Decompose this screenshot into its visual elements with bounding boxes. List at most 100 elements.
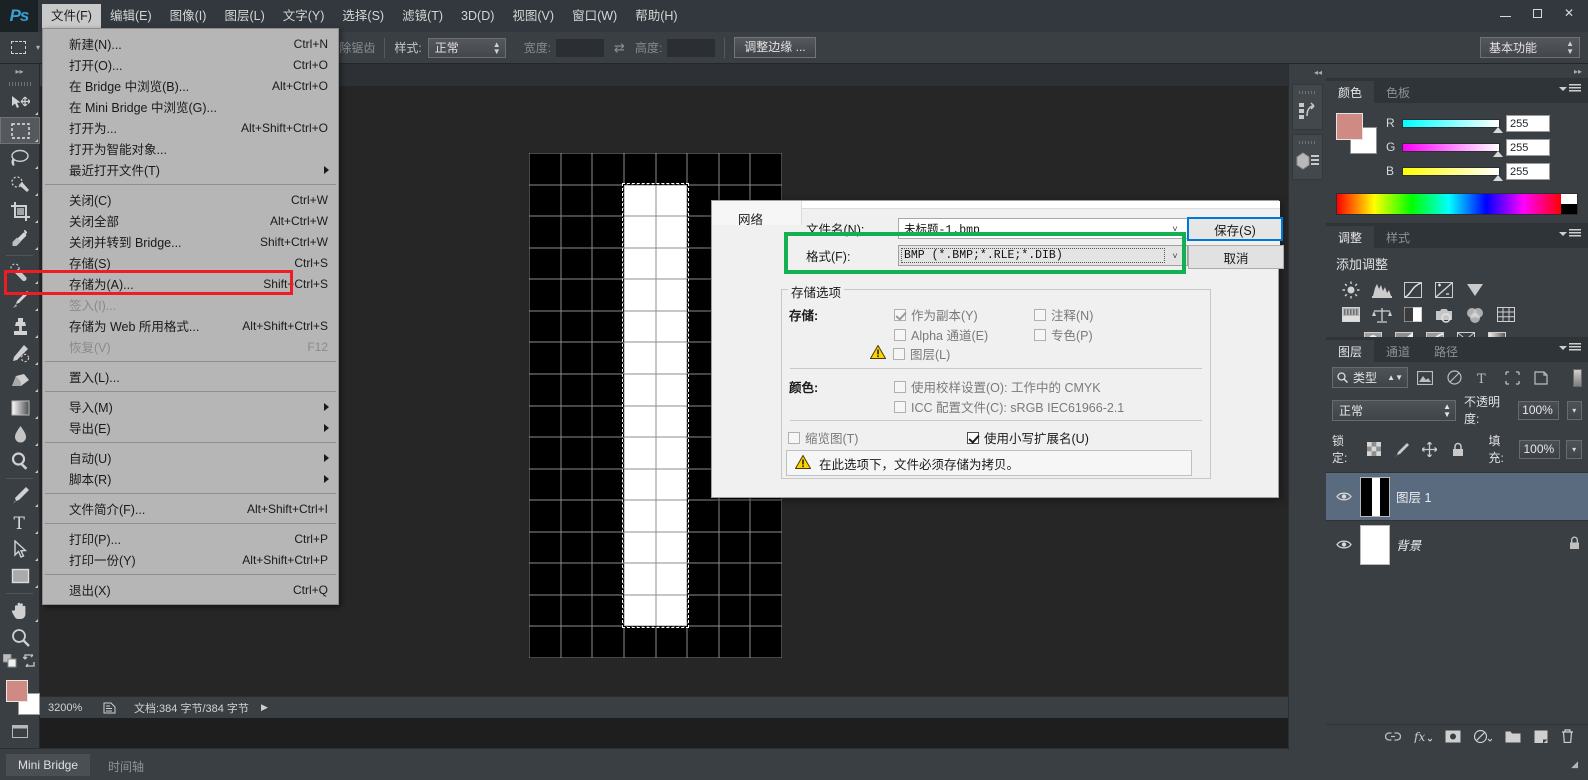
- pixel-cell-white[interactable]: [623, 468, 656, 501]
- pixel-cell-white[interactable]: [623, 279, 656, 311]
- pixel-cell-white[interactable]: [623, 342, 656, 374]
- filter-smart-object-icon[interactable]: [1529, 367, 1553, 388]
- brightness-contrast-icon[interactable]: [1340, 280, 1362, 300]
- checkbox-box[interactable]: [893, 347, 905, 360]
- checkbox-use-proof-setup[interactable]: 使用校样设置(O): 工作中的 CMYK: [894, 377, 1101, 396]
- value-b[interactable]: 255: [1506, 162, 1550, 180]
- levels-icon[interactable]: [1371, 280, 1393, 300]
- menu-item-打开为[interactable]: 打开为... Alt+Shift+Ctrl+O: [43, 117, 338, 138]
- pixel-cell-black[interactable]: [560, 279, 593, 311]
- layer-row[interactable]: 背景: [1326, 520, 1588, 568]
- checkbox-box[interactable]: [894, 308, 906, 321]
- checkbox-annotations[interactable]: 注释(N): [1034, 305, 1093, 324]
- pixel-cell-black[interactable]: [592, 594, 624, 627]
- history-brush-tool[interactable]: [0, 340, 40, 367]
- zoom-level-input[interactable]: 3200%: [40, 702, 98, 714]
- pixel-cell-black[interactable]: [592, 500, 624, 532]
- chevron-down-icon[interactable]: ˅: [1166, 219, 1184, 238]
- menu-item-文件简介F[interactable]: 文件简介(F)... Alt+Shift+Ctrl+I: [43, 498, 338, 519]
- filter-adjustment-icon[interactable]: [1442, 367, 1466, 388]
- move-tool[interactable]: [0, 90, 40, 117]
- eraser-tool[interactable]: [0, 367, 40, 394]
- pixel-cell-black[interactable]: [655, 626, 688, 658]
- menu-item-导入M[interactable]: 导入(M): [43, 396, 338, 417]
- menu-item-打印P[interactable]: 打印(P)... Ctrl+P: [43, 528, 338, 549]
- menu-item-在MiniBridge中[interactable]: 在 Mini Bridge 中浏览(G)...: [43, 96, 338, 117]
- pixel-cell-black[interactable]: [718, 626, 751, 658]
- pixel-cell-black[interactable]: [623, 626, 656, 658]
- checkbox-alpha-channels[interactable]: Alpha 通道(E): [894, 325, 988, 344]
- pixel-cell-white[interactable]: [655, 468, 688, 501]
- channel-mixer-icon[interactable]: [1464, 305, 1486, 325]
- panel-drag-handle[interactable]: [1293, 138, 1322, 146]
- status-expand-icon[interactable]: ▶: [261, 702, 268, 713]
- blend-mode-select[interactable]: 正常 ▲ ▼: [1332, 399, 1456, 421]
- pixel-cell-black[interactable]: [592, 563, 624, 595]
- pixel-cell-black[interactable]: [592, 468, 624, 501]
- refine-edge-button[interactable]: 调整边缘 ...: [734, 37, 816, 58]
- maximize-button[interactable]: [1522, 3, 1552, 23]
- checkbox-as-copy[interactable]: 作为副本(Y): [894, 305, 978, 324]
- menu-layer[interactable]: 图层(L): [215, 4, 273, 28]
- menu-3d[interactable]: 3D(D): [452, 4, 503, 28]
- minimize-button[interactable]: [1490, 3, 1520, 23]
- checkbox-icc-profile[interactable]: ICC 配置文件(C): sRGB IEC61966-2.1: [894, 397, 1124, 416]
- menu-help[interactable]: 帮助(H): [626, 4, 686, 28]
- pixel-cell-white[interactable]: [655, 594, 688, 627]
- menu-item-存储S[interactable]: 存储(S) Ctrl+S: [43, 252, 338, 273]
- pixel-cell-white[interactable]: [655, 531, 688, 564]
- checkbox-box[interactable]: [894, 328, 906, 341]
- style-select[interactable]: 正常 ▲ ▼: [427, 37, 506, 58]
- toolbar-collapse-icon[interactable]: ▸▸: [0, 64, 39, 78]
- pixel-cell-black[interactable]: [592, 216, 624, 248]
- pixel-cell-black[interactable]: [592, 531, 624, 564]
- tab-channels[interactable]: 通道: [1374, 340, 1423, 362]
- panel-menu-icon[interactable]: [1559, 343, 1581, 352]
- checkbox-box[interactable]: [1034, 308, 1046, 321]
- menu-item-新建N[interactable]: 新建(N)... Ctrl+N: [43, 33, 338, 54]
- pixel-cell-white[interactable]: [655, 563, 688, 595]
- tab-layers[interactable]: 图层: [1326, 340, 1375, 362]
- pixel-cell-black[interactable]: [529, 153, 561, 185]
- lock-all-icon[interactable]: [1447, 439, 1469, 460]
- photo-filter-icon[interactable]: [1433, 305, 1455, 325]
- color-lookup-icon[interactable]: [1495, 305, 1517, 325]
- menu-item-打开O[interactable]: 打开(O)... Ctrl+O: [43, 54, 338, 75]
- pixel-cell-black[interactable]: [529, 279, 561, 311]
- pixel-cell-black[interactable]: [718, 153, 751, 185]
- pixel-cell-black[interactable]: [718, 531, 751, 564]
- pixel-cell-white[interactable]: [623, 594, 656, 627]
- pixel-cell-black[interactable]: [592, 342, 624, 374]
- tab-paths[interactable]: 路径: [1422, 340, 1471, 362]
- filter-toggle-switch[interactable]: [1573, 368, 1582, 387]
- pixel-cell-black[interactable]: [750, 594, 782, 627]
- pixel-cell-white[interactable]: [623, 373, 656, 406]
- pixel-cell-black[interactable]: [529, 437, 561, 469]
- pixel-cell-white[interactable]: [655, 310, 688, 343]
- pixel-cell-black[interactable]: [560, 594, 593, 627]
- tab-color[interactable]: 颜色: [1326, 81, 1375, 103]
- pixel-cell-black[interactable]: [560, 216, 593, 248]
- checkbox-box[interactable]: [894, 380, 906, 393]
- path-selection-tool[interactable]: [0, 536, 40, 563]
- hue-saturation-icon[interactable]: [1340, 305, 1362, 325]
- workspace-select[interactable]: 基本功能 ▲ ▼: [1480, 37, 1580, 58]
- pixel-cell-black[interactable]: [560, 500, 593, 532]
- dock-expand-icon[interactable]: ◂◂: [1289, 64, 1326, 80]
- opacity-stepper[interactable]: ▾: [1566, 400, 1582, 420]
- cube-3d-icon[interactable]: [1293, 146, 1322, 176]
- pixel-cell-white[interactable]: [655, 342, 688, 374]
- foreground-color-swatch[interactable]: [6, 680, 28, 702]
- pixel-cell-white[interactable]: [655, 247, 688, 280]
- rectangle-tool[interactable]: [0, 563, 40, 590]
- tab-mini-bridge[interactable]: Mini Bridge: [6, 753, 91, 776]
- menu-item-退出X[interactable]: 退出(X) Ctrl+Q: [43, 579, 338, 600]
- delete-icon[interactable]: [1561, 729, 1574, 746]
- white-black-chips[interactable]: [1561, 194, 1577, 214]
- pixel-cell-black[interactable]: [750, 153, 782, 185]
- hue-ramp[interactable]: [1337, 194, 1561, 214]
- slider-r[interactable]: [1402, 118, 1503, 133]
- pixel-cell-black[interactable]: [560, 373, 593, 406]
- layer-thumbnail[interactable]: [1360, 476, 1390, 517]
- pixel-cell-white[interactable]: [623, 531, 656, 564]
